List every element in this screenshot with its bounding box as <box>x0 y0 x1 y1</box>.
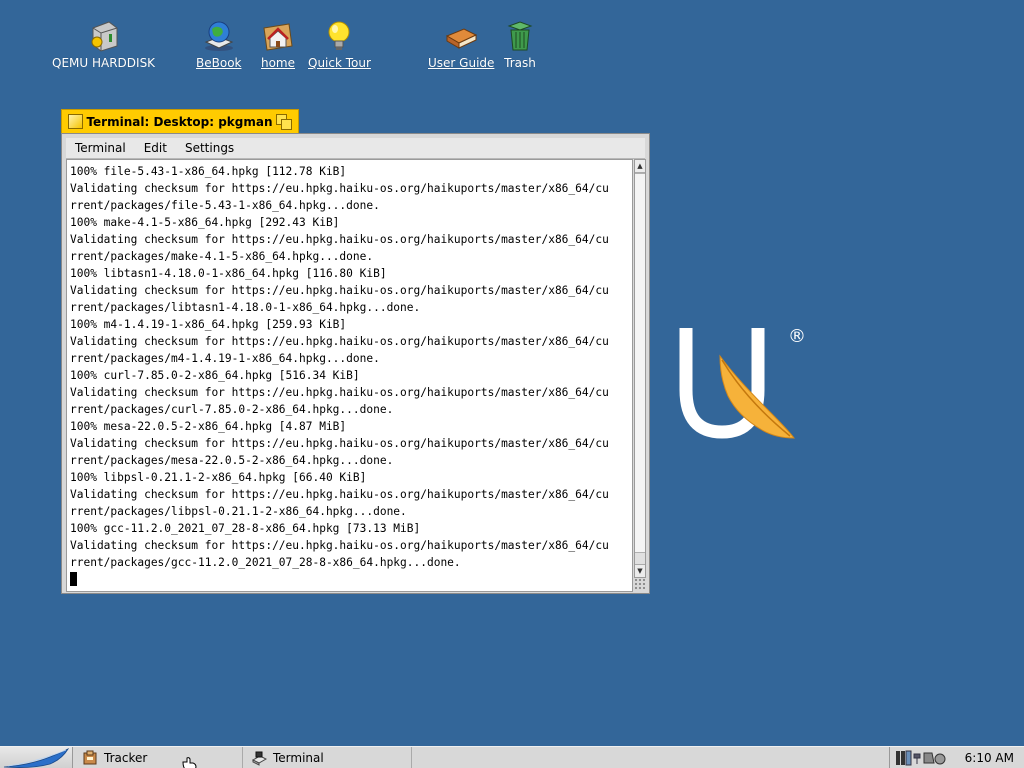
output-line: rrent/packages/file-5.43-1-x86_64.hpkg..… <box>70 199 380 212</box>
tracker-icon <box>83 750 97 765</box>
terminal-view[interactable]: 100% file-5.43-1-x86_64.hpkg [112.78 KiB… <box>66 159 633 592</box>
terminal-window: Terminal Edit Settings 100% file-5.43-1-… <box>61 133 650 594</box>
output-line: 100% file-5.43-1-x86_64.hpkg [112.78 KiB… <box>70 165 347 178</box>
desktop-icon-bebook[interactable]: BeBook <box>196 18 241 70</box>
desktop-icon-user-guide[interactable]: User Guide <box>428 18 494 70</box>
output-line: Validating checksum for https://eu.hpkg.… <box>70 284 609 297</box>
taskbar-item-terminal[interactable]: Terminal <box>243 747 412 768</box>
scroll-down-arrow-icon[interactable]: ▼ <box>635 564 645 577</box>
taskbar-item-label: Terminal <box>273 751 324 765</box>
icon-label: Trash <box>504 56 536 70</box>
output-line: Validating checksum for https://eu.hpkg.… <box>70 488 609 501</box>
registered-mark: ® <box>788 326 806 347</box>
desktop-icon-home[interactable]: home <box>259 18 297 70</box>
menu-bar: Terminal Edit Settings <box>66 138 645 159</box>
bebook-icon <box>200 18 238 54</box>
output-line: Validating checksum for https://eu.hpkg.… <box>70 386 609 399</box>
home-folder-icon <box>259 18 297 54</box>
output-line: rrent/packages/gcc-11.2.0_2021_07_28-8-x… <box>70 556 461 569</box>
book-icon <box>442 18 480 54</box>
scrollbar-thumb[interactable] <box>635 173 645 553</box>
output-line: 100% mesa-22.0.5-2-x86_64.hpkg [4.87 MiB… <box>70 420 347 433</box>
desktop-icon-quick-tour[interactable]: Quick Tour <box>308 18 371 70</box>
icon-label: BeBook <box>196 56 242 70</box>
clock[interactable]: 6:10 AM <box>965 751 1014 765</box>
output-line: 100% make-4.1-5-x86_64.hpkg [292.43 KiB] <box>70 216 340 229</box>
scroll-up-arrow-icon[interactable]: ▲ <box>635 160 645 173</box>
trash-icon <box>501 18 539 54</box>
output-line: Validating checksum for https://eu.hpkg.… <box>70 233 609 246</box>
output-line: 100% curl-7.85.0-2-x86_64.hpkg [516.34 K… <box>70 369 360 382</box>
terminal-output: 100% file-5.43-1-x86_64.hpkg [112.78 KiB… <box>67 160 632 588</box>
output-line: rrent/packages/libtasn1-4.18.0-1-x86_64.… <box>70 301 421 314</box>
media-icon <box>923 752 935 764</box>
output-line: 100% libpsl-0.21.1-2-x86_64.hpkg [66.40 … <box>70 471 367 484</box>
close-button[interactable] <box>68 114 83 129</box>
vertical-scrollbar[interactable]: ▲ ▼ <box>634 159 646 578</box>
output-line: 100% gcc-11.2.0_2021_07_28-8-x86_64.hpkg… <box>70 522 421 535</box>
taskbar-item-tracker[interactable]: Tracker <box>74 747 243 768</box>
output-line: rrent/packages/m4-1.4.19-1-x86_64.hpkg..… <box>70 352 380 365</box>
text-cursor <box>70 572 77 586</box>
leaf-menu-button[interactable] <box>0 747 73 768</box>
tray-icons <box>896 750 946 766</box>
haiku-leaf-icon <box>3 748 70 768</box>
network-icon <box>913 753 921 764</box>
output-line: rrent/packages/libpsl-0.21.1-2-x86_64.hp… <box>70 505 407 518</box>
desktop-icon-qemu-harddisk[interactable]: QEMU HARDDISK <box>52 18 155 70</box>
output-line: Validating checksum for https://eu.hpkg.… <box>70 335 609 348</box>
output-line: rrent/packages/make-4.1-5-x86_64.hpkg...… <box>70 250 374 263</box>
volume-icon <box>934 753 946 765</box>
deskbar: Tracker Terminal 6:10 AM <box>0 746 1024 768</box>
output-line: rrent/packages/mesa-22.0.5-2-x86_64.hpkg… <box>70 454 394 467</box>
icon-label: Quick Tour <box>308 56 371 70</box>
output-line: Validating checksum for https://eu.hpkg.… <box>70 539 609 552</box>
terminal-icon <box>251 751 267 766</box>
output-line: Validating checksum for https://eu.hpkg.… <box>70 182 609 195</box>
taskbar-item-label: Tracker <box>104 751 148 765</box>
icon-label: QEMU HARDDISK <box>52 56 156 70</box>
harddisk-icon <box>85 18 123 54</box>
menu-settings[interactable]: Settings <box>176 141 243 155</box>
cpu-monitor-icon <box>896 751 900 765</box>
output-line: 100% m4-1.4.19-1-x86_64.hpkg [259.93 KiB… <box>70 318 347 331</box>
haiku-logo: ® <box>676 320 816 450</box>
desktop-icon-trash[interactable]: Trash <box>501 18 539 70</box>
lightbulb-icon <box>320 18 358 54</box>
icon-label: User Guide <box>428 56 495 70</box>
window-tab[interactable]: Terminal: Desktop: pkgman <box>61 109 299 133</box>
menu-edit[interactable]: Edit <box>135 141 176 155</box>
window-title: Terminal: Desktop: pkgman <box>86 114 273 129</box>
system-tray: 6:10 AM <box>889 747 1024 768</box>
output-line: 100% libtasn1-4.18.0-1-x86_64.hpkg [116.… <box>70 267 387 280</box>
zoom-button[interactable] <box>276 113 292 130</box>
menu-terminal[interactable]: Terminal <box>66 141 135 155</box>
output-line: Validating checksum for https://eu.hpkg.… <box>70 437 609 450</box>
icon-label: home <box>260 56 296 70</box>
output-line: rrent/packages/curl-7.85.0-2-x86_64.hpkg… <box>70 403 394 416</box>
resize-grip[interactable] <box>634 578 646 591</box>
hand-cursor-icon <box>181 756 199 768</box>
